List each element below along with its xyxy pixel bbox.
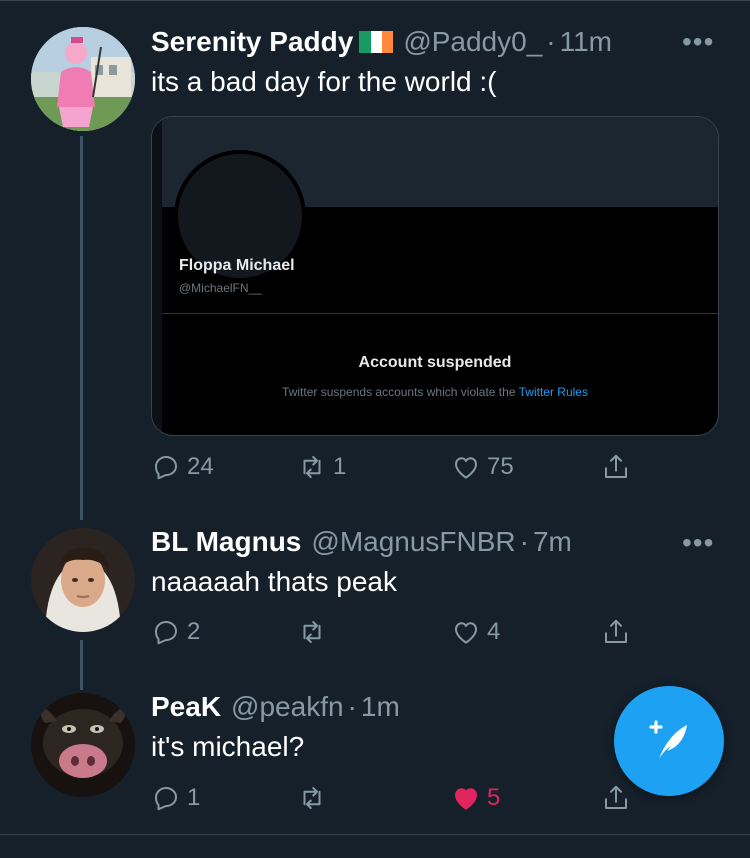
- like-button[interactable]: 75: [451, 450, 514, 484]
- reply-icon: [155, 456, 177, 480]
- compose-tweet-icon: [649, 720, 687, 759]
- reply-icon: [155, 621, 177, 645]
- share-icon: [605, 785, 627, 809]
- tweet-header: PeaK @peakfn · 1m: [151, 691, 400, 723]
- tweet-actions: 2 4: [151, 615, 651, 649]
- username[interactable]: @MagnusFNBR: [311, 526, 515, 558]
- share-button[interactable]: [601, 450, 631, 484]
- more-options-icon[interactable]: •••: [682, 527, 714, 559]
- display-name[interactable]: Serenity Paddy: [151, 26, 353, 58]
- reply-count: 1: [187, 784, 201, 811]
- like-count: 4: [487, 618, 501, 645]
- like-button[interactable]: 5: [451, 781, 500, 815]
- retweet-icon: [303, 456, 321, 478]
- like-count: 75: [487, 453, 514, 480]
- suspended-description: Twitter suspends accounts which violate …: [152, 385, 718, 399]
- username[interactable]: @Paddy0_: [403, 26, 542, 58]
- top-divider: [0, 0, 750, 1]
- retweet-button[interactable]: [297, 615, 333, 649]
- embedded-image[interactable]: Floppa Michael @MichaelFN__ Account susp…: [151, 116, 719, 436]
- suspended-title: Account suspended: [358, 354, 512, 371]
- separator: ·: [519, 526, 529, 557]
- share-icon: [605, 454, 627, 478]
- reply-count: 2: [187, 618, 201, 645]
- avatar[interactable]: [31, 528, 135, 632]
- like-button[interactable]: 4: [451, 615, 500, 649]
- reply-button[interactable]: 2: [151, 615, 200, 649]
- like-count: 5: [487, 784, 501, 811]
- like-icon: [455, 457, 477, 479]
- avatar[interactable]: [31, 27, 135, 131]
- thread-line: [80, 136, 83, 520]
- username[interactable]: @peakfn: [231, 691, 344, 723]
- tweet-actions: 24 1 75: [151, 450, 651, 484]
- separator: ·: [546, 26, 556, 57]
- retweet-button[interactable]: 1: [297, 450, 346, 484]
- display-name[interactable]: PeaK: [151, 691, 221, 723]
- reply-button[interactable]: 24: [151, 450, 214, 484]
- ireland-flag-icon: [359, 31, 394, 53]
- share-icon: [605, 619, 627, 643]
- tweet-header: BL Magnus @MagnusFNBR · 7m: [151, 526, 572, 558]
- tweet-header: Serenity Paddy @Paddy0_ · 11m: [151, 26, 612, 58]
- display-name[interactable]: BL Magnus: [151, 526, 301, 558]
- timestamp[interactable]: 11m: [560, 26, 612, 58]
- like-icon: [455, 622, 477, 644]
- retweet-button[interactable]: [297, 781, 333, 815]
- compose-tweet-button[interactable]: [614, 686, 724, 796]
- share-button[interactable]: [601, 615, 631, 649]
- bottom-divider: [0, 834, 750, 835]
- suspended-text: Twitter suspends accounts which violate …: [282, 385, 519, 399]
- reply-button[interactable]: 1: [151, 781, 200, 815]
- timestamp[interactable]: 7m: [533, 526, 572, 558]
- share-button[interactable]: [601, 781, 631, 815]
- tweet-text: naaaaah thats peak: [151, 566, 397, 597]
- tweet-text: it's michael?: [151, 731, 305, 762]
- reply-icon: [155, 787, 177, 811]
- separator: ·: [347, 691, 357, 722]
- like-icon: [455, 788, 477, 810]
- suspended-profile-handle: @MichaelFN__: [179, 281, 262, 295]
- card-divider: [162, 313, 718, 314]
- timestamp[interactable]: 1m: [361, 691, 400, 723]
- retweet-count: 1: [333, 453, 347, 480]
- tweet-actions: 1 5: [151, 781, 651, 815]
- retweet-icon: [303, 621, 321, 643]
- suspended-profile-name: Floppa Michael: [179, 257, 295, 274]
- reply-count: 24: [187, 453, 214, 480]
- retweet-icon: [303, 787, 321, 809]
- twitter-rules-link: Twitter Rules: [518, 385, 588, 399]
- thread-line: [80, 640, 83, 690]
- tweet-text: its a bad day for the world :(: [151, 66, 497, 97]
- avatar[interactable]: [31, 693, 135, 797]
- more-options-icon[interactable]: •••: [682, 26, 714, 58]
